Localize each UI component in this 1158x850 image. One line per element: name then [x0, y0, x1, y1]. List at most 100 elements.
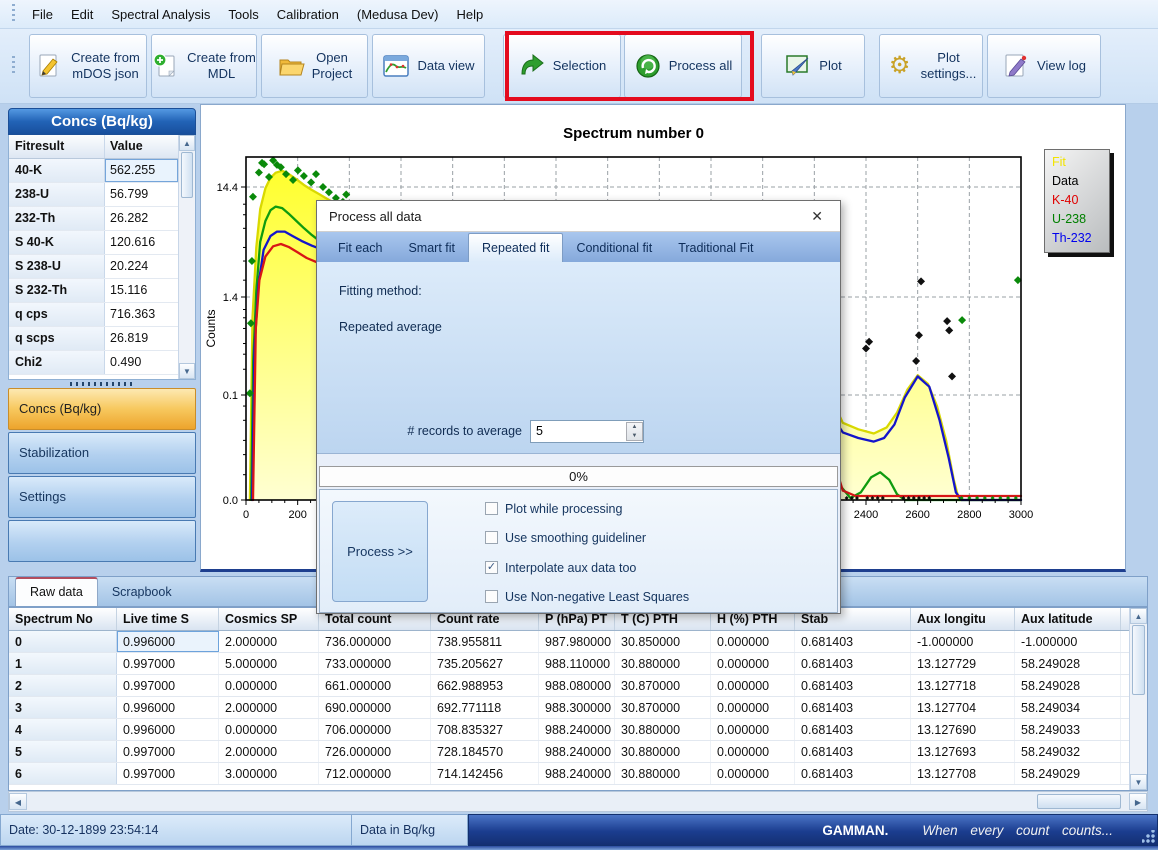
column-header[interactable]: Aux longitu: [911, 608, 1015, 630]
table-cell[interactable]: 0.681403: [795, 653, 911, 674]
scrollbar-thumb[interactable]: [181, 152, 193, 198]
checkbox-interpolate-aux-data-too[interactable]: ✓Interpolate aux data too: [485, 559, 636, 576]
dialog-title-bar[interactable]: Process all data ✕: [317, 201, 840, 232]
scroll-right-icon[interactable]: ▶: [1129, 793, 1147, 810]
table-cell[interactable]: 2.000000: [219, 741, 319, 762]
table-cell[interactable]: 0.000000: [711, 631, 795, 652]
fitresult-name-cell[interactable]: q cps: [9, 303, 105, 326]
scroll-down-icon[interactable]: ▼: [179, 363, 195, 379]
sidebar-item-settings[interactable]: Settings: [8, 476, 196, 518]
table-cell[interactable]: 0.000000: [711, 697, 795, 718]
raw-data-vertical-scrollbar[interactable]: ▲ ▼: [1129, 608, 1147, 790]
dialog-tab-repeated-fit[interactable]: Repeated fit: [468, 233, 563, 262]
fitresult-name-cell[interactable]: S 40-K: [9, 231, 105, 254]
fitresult-name-cell[interactable]: 232-Th: [9, 207, 105, 230]
process-button[interactable]: Process >>: [332, 501, 428, 602]
table-cell[interactable]: 1: [9, 653, 117, 674]
table-cell[interactable]: 733.000000: [319, 653, 431, 674]
table-cell[interactable]: 3: [9, 697, 117, 718]
table-cell[interactable]: 2.000000: [219, 631, 319, 652]
fitresult-value-cell[interactable]: 56.799: [105, 183, 178, 206]
fitresult-value-cell[interactable]: 26.282: [105, 207, 178, 230]
table-cell[interactable]: 714.142456: [431, 763, 539, 784]
fitresult-value-cell[interactable]: 716.363: [105, 303, 178, 326]
fitresult-value-cell[interactable]: 0.490: [105, 351, 178, 374]
table-cell[interactable]: 30.870000: [615, 675, 711, 696]
table-cell[interactable]: 0.997000: [117, 653, 219, 674]
table-cell[interactable]: 30.850000: [615, 631, 711, 652]
open-project-button[interactable]: Open Project: [261, 34, 368, 98]
fitresult-value-cell[interactable]: 562.255: [105, 159, 178, 182]
fitresult-name-cell[interactable]: Chi2: [9, 351, 105, 374]
table-cell[interactable]: 13.127693: [911, 741, 1015, 762]
table-cell[interactable]: 736.000000: [319, 631, 431, 652]
checkbox-use-smoothing-guideliner[interactable]: Use smoothing guideliner: [485, 529, 646, 546]
checkbox-box[interactable]: ✓: [485, 561, 498, 574]
table-cell[interactable]: 662.988953: [431, 675, 539, 696]
table-cell[interactable]: 728.184570: [431, 741, 539, 762]
fitresult-value-cell[interactable]: 120.616: [105, 231, 178, 254]
table-cell[interactable]: 0.000000: [711, 741, 795, 762]
spinner-down-icon[interactable]: ▼: [627, 432, 642, 441]
table-cell[interactable]: 738.955811: [431, 631, 539, 652]
table-cell[interactable]: 988.240000: [539, 741, 615, 762]
table-cell[interactable]: 58.249034: [1015, 697, 1121, 718]
table-cell[interactable]: 0.681403: [795, 763, 911, 784]
table-cell[interactable]: 3.000000: [219, 763, 319, 784]
column-header[interactable]: Fitresult: [9, 135, 105, 158]
table-cell[interactable]: -1.000000: [911, 631, 1015, 652]
data-view-button[interactable]: Data view: [372, 34, 485, 98]
menu-edit[interactable]: Edit: [62, 3, 102, 26]
table-cell[interactable]: 0.681403: [795, 741, 911, 762]
checkbox-box[interactable]: [485, 590, 498, 603]
table-cell[interactable]: 0: [9, 631, 117, 652]
scroll-up-icon[interactable]: ▲: [179, 135, 195, 151]
checkbox-plot-while-processing[interactable]: Plot while processing: [485, 500, 622, 517]
menu-tools[interactable]: Tools: [219, 3, 267, 26]
table-cell[interactable]: 692.771118: [431, 697, 539, 718]
table-cell[interactable]: 30.880000: [615, 763, 711, 784]
fitresult-value-cell[interactable]: 15.116: [105, 279, 178, 302]
dialog-tab-traditional-fit[interactable]: Traditional Fit: [665, 235, 766, 262]
table-cell[interactable]: 4: [9, 719, 117, 740]
table-cell[interactable]: 58.249028: [1015, 675, 1121, 696]
menu-medusa-dev[interactable]: (Medusa Dev): [348, 3, 448, 26]
table-cell[interactable]: 0.000000: [219, 719, 319, 740]
table-cell[interactable]: 30.880000: [615, 653, 711, 674]
table-cell[interactable]: 735.205627: [431, 653, 539, 674]
table-cell[interactable]: 58.249032: [1015, 741, 1121, 762]
sidebar-item-empty[interactable]: [8, 520, 196, 562]
table-cell[interactable]: 708.835327: [431, 719, 539, 740]
table-cell[interactable]: 0.000000: [711, 719, 795, 740]
table-cell[interactable]: 13.127690: [911, 719, 1015, 740]
table-cell[interactable]: 988.300000: [539, 697, 615, 718]
table-cell[interactable]: 988.240000: [539, 719, 615, 740]
table-cell[interactable]: 0.000000: [711, 653, 795, 674]
plot-settings-button[interactable]: ⚙ Plot settings...: [879, 34, 983, 98]
table-cell[interactable]: 5.000000: [219, 653, 319, 674]
fitresult-table-scrollbar[interactable]: ▲ ▼: [178, 135, 195, 379]
column-header[interactable]: Cosmics SP: [219, 608, 319, 630]
table-cell[interactable]: 5: [9, 741, 117, 762]
dialog-tab-fit-each[interactable]: Fit each: [325, 235, 395, 262]
scroll-left-icon[interactable]: ◀: [9, 793, 27, 810]
scroll-down-icon[interactable]: ▼: [1130, 774, 1147, 790]
menu-file[interactable]: File: [23, 3, 62, 26]
menu-spectral-analysis[interactable]: Spectral Analysis: [102, 3, 219, 26]
sidebar-item-concs[interactable]: Concs (Bq/kg): [8, 388, 196, 430]
table-cell[interactable]: 0.997000: [117, 741, 219, 762]
table-cell[interactable]: 2: [9, 675, 117, 696]
table-cell[interactable]: 30.880000: [615, 741, 711, 762]
fitresult-value-cell[interactable]: 26.819: [105, 327, 178, 350]
fitresult-value-cell[interactable]: 20.224: [105, 255, 178, 278]
table-cell[interactable]: 0.996000: [117, 697, 219, 718]
table-cell[interactable]: 0.000000: [219, 675, 319, 696]
table-cell[interactable]: 0.681403: [795, 697, 911, 718]
table-cell[interactable]: 988.110000: [539, 653, 615, 674]
create-from-mdos-json-button[interactable]: Create from mDOS json: [29, 34, 147, 98]
window-resize-grip[interactable]: [1142, 830, 1155, 843]
scrollbar-thumb[interactable]: [1037, 794, 1121, 809]
column-header[interactable]: Spectrum No: [9, 608, 117, 630]
toolbar-grip[interactable]: [12, 4, 15, 24]
table-cell[interactable]: 6: [9, 763, 117, 784]
